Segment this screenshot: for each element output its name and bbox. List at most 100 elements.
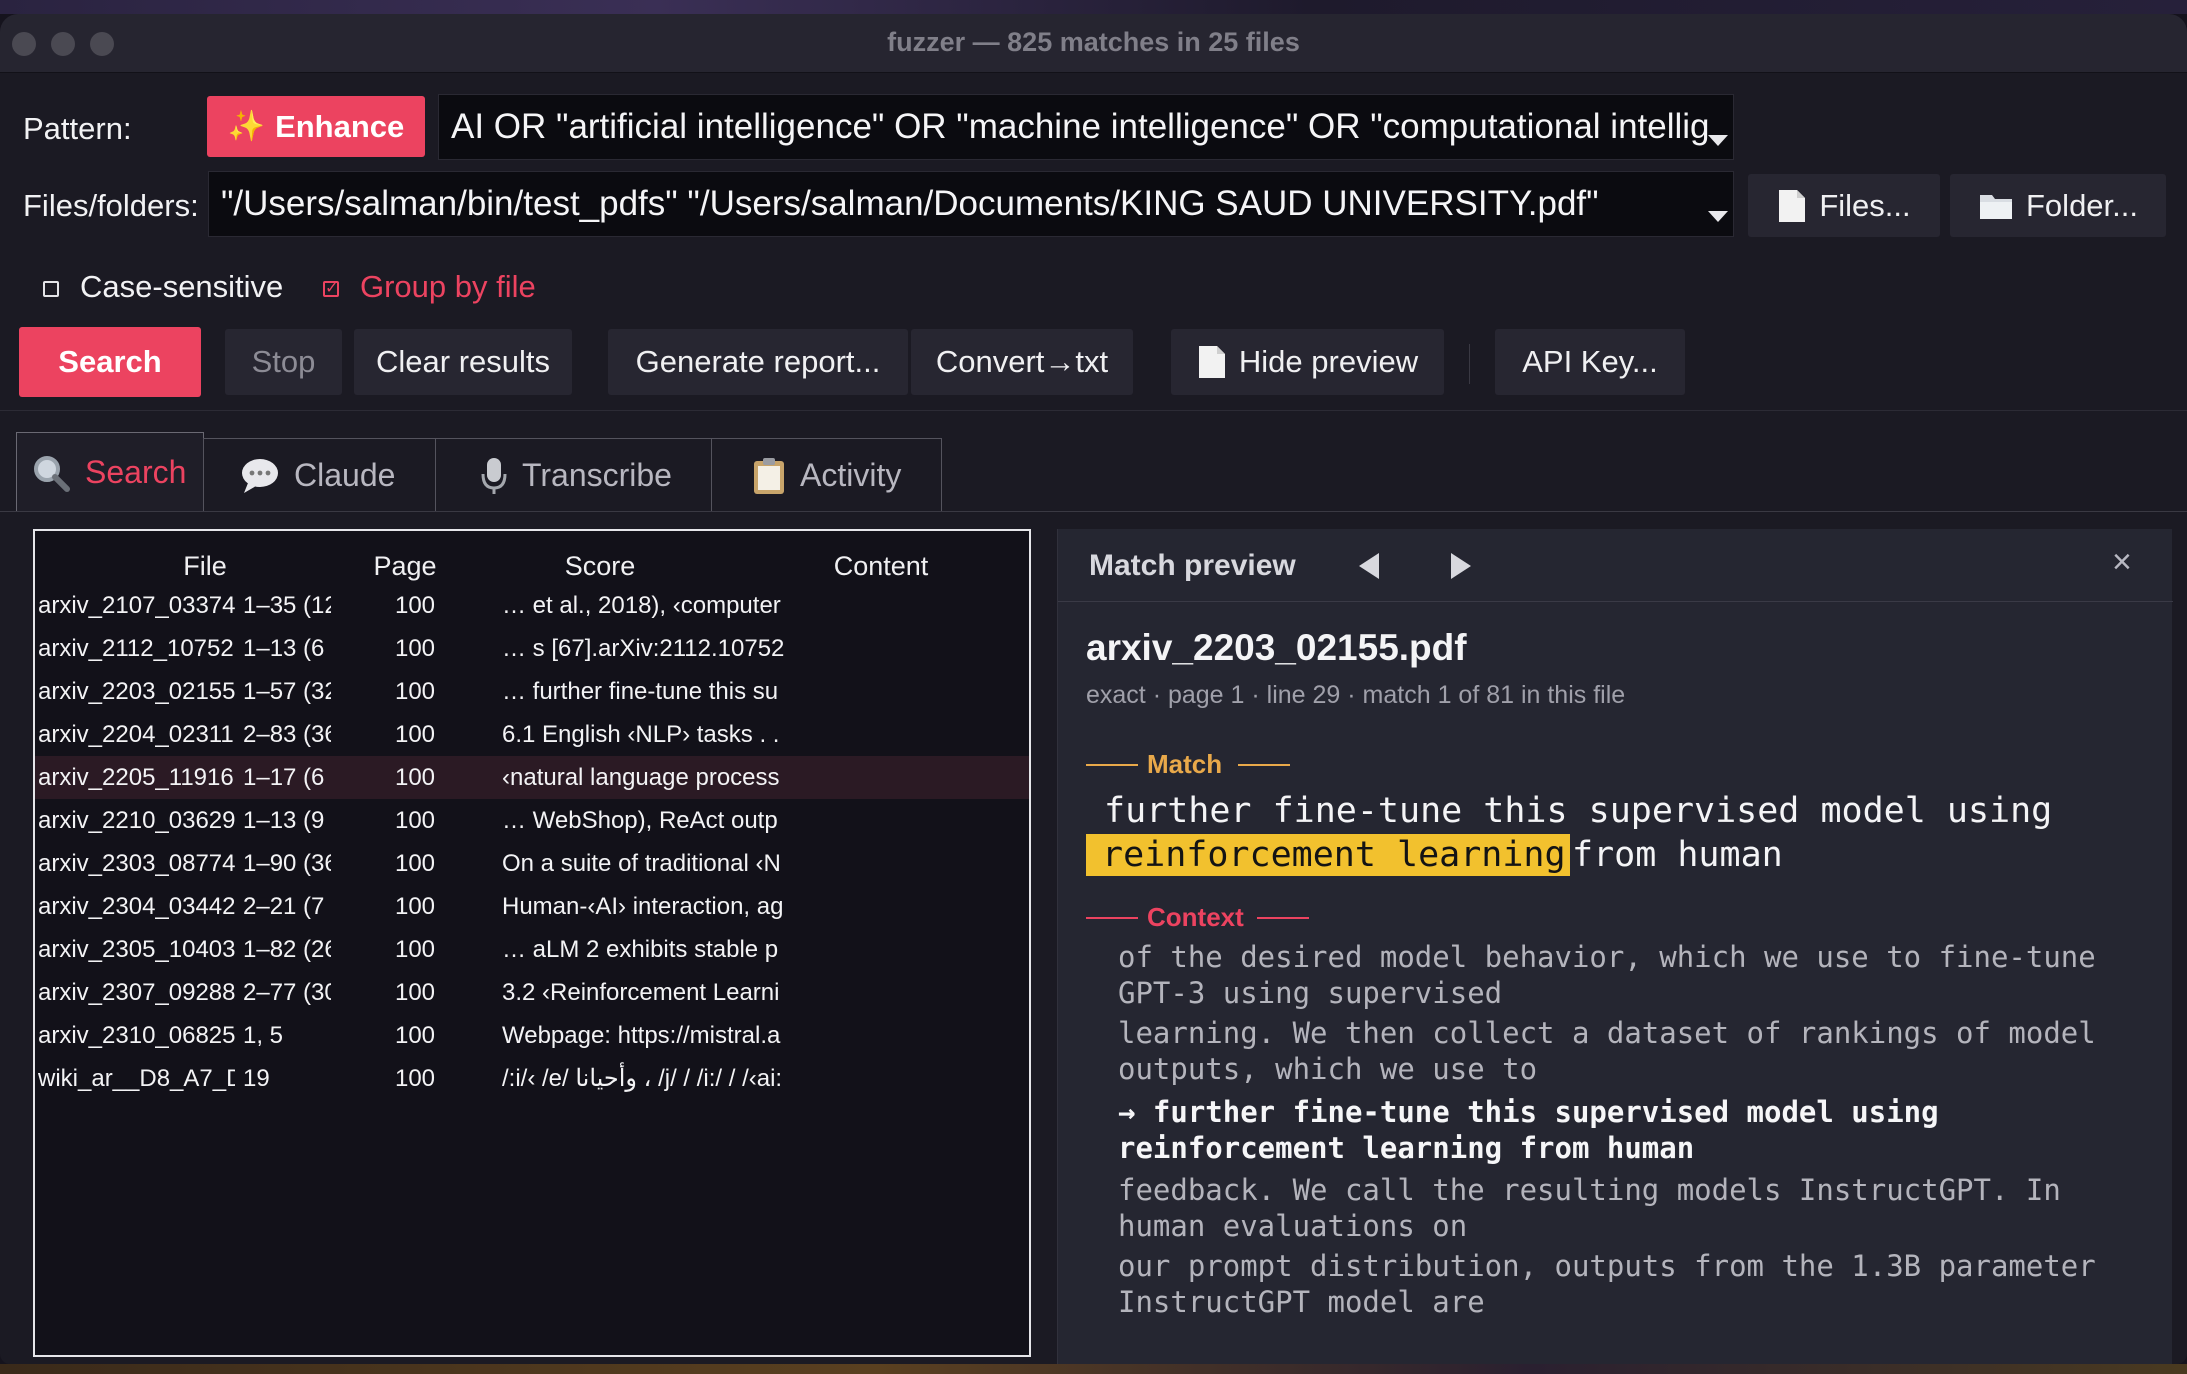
stop-button[interactable]: Stop: [225, 329, 342, 395]
cell-score: 100: [394, 1022, 436, 1049]
preview-meta: exact · page 1 · line 29 · match 1 of 81…: [1086, 681, 1626, 709]
cell-score: 100: [394, 592, 436, 619]
cell-score: 100: [394, 850, 436, 877]
table-row[interactable]: arxiv_2112_10752.p 1–13 (6 p 100 … s [67].a…: [35, 627, 1029, 670]
title-bar: fuzzer — 825 matches in 25 files: [0, 14, 2187, 73]
document-icon: [1198, 346, 1225, 378]
table-row[interactable]: arxiv_2305_10403.p 1–82 (26 100 … aLM 2 exh…: [35, 928, 1029, 971]
search-button[interactable]: Search: [19, 327, 201, 397]
microphone-icon: [480, 456, 508, 496]
cell-content: … s [67].arXiv:2112.10752: [502, 635, 785, 662]
desktop-wallpaper: [0, 0, 2187, 14]
cell-score: 100: [394, 936, 436, 963]
folder-button-label: Folder...: [2026, 187, 2138, 223]
cell-page: 2–77 (30: [243, 979, 331, 1006]
cell-score: 100: [394, 807, 436, 834]
cell-content: /:i/‹ /e/ وأحيانا ، /j/ / /i:/ / /‹ai:: [502, 1065, 783, 1092]
context-line: human evaluations on: [1118, 1209, 1468, 1243]
cell-page: 1–13 (6 p: [243, 635, 331, 662]
case-sensitive-label: Case-sensitive: [80, 269, 284, 304]
previous-match-icon[interactable]: [1359, 553, 1379, 579]
tab-search[interactable]: Search: [16, 432, 204, 512]
group-by-file-label: Group by file: [360, 269, 536, 304]
table-row[interactable]: arxiv_2204_02311.p 2–83 (36 100 6.1 English…: [35, 713, 1029, 756]
cell-score: 100: [394, 764, 436, 791]
column-header-page[interactable]: Page: [335, 551, 475, 582]
table-row[interactable]: arxiv_2203_02155.p 1–57 (32 100 … further f…: [35, 670, 1029, 713]
results-table[interactable]: File Page Score Content arxiv_2107_03374…: [33, 529, 1031, 1357]
table-row[interactable]: arxiv_2210_03629.p 1–13 (9 p 100 … WebShop)…: [35, 799, 1029, 842]
cell-content: 3.2 ‹Reinforcement Learni: [502, 979, 780, 1006]
files-button-label: Files...: [1819, 187, 1911, 223]
cell-content: Webpage: https://mistral.a: [502, 1022, 781, 1049]
context-line: learning. We then collect a dataset of r…: [1118, 1016, 2096, 1050]
tab-claude-label: Claude: [294, 457, 396, 493]
cell-score: 100: [394, 635, 436, 662]
table-row[interactable]: arxiv_2107_03374.p 1–35 (12 100 … et al., 2…: [35, 584, 1029, 627]
files-dropdown-icon[interactable]: [1708, 211, 1728, 222]
app-window: fuzzer — 825 matches in 25 files Pattern…: [0, 14, 2187, 1364]
generate-report-button[interactable]: Generate report...: [608, 329, 908, 395]
enhance-button[interactable]: ✨ Enhance: [207, 96, 425, 157]
table-row[interactable]: arxiv_2310_06825.p 1, 5 100 Webpage: https:…: [35, 1014, 1029, 1057]
table-row[interactable]: wiki_ar__D8_A7_D9_ 19 100 /:i/‹ /e/ وأحيانا…: [35, 1057, 1029, 1100]
files-button[interactable]: Files...: [1748, 174, 1940, 237]
hide-preview-button[interactable]: Hide preview: [1171, 329, 1444, 395]
match-rule-left: [1086, 764, 1138, 766]
table-row[interactable]: arxiv_2303_08774.p 1–90 (36 100 On a suite …: [35, 842, 1029, 885]
cell-content: Human-‹AI› interaction, ag: [502, 893, 784, 920]
column-header-content[interactable]: Content: [801, 551, 961, 582]
cell-page: 1–57 (32: [243, 678, 331, 705]
tab-bar-border: [0, 511, 2187, 512]
cell-file: arxiv_2107_03374.p: [38, 592, 235, 619]
cell-page: 1–13 (9 p: [243, 807, 331, 834]
tab-search-label: Search: [85, 454, 187, 490]
clear-results-button[interactable]: Clear results: [354, 329, 572, 395]
cell-file: arxiv_2304_03442.p: [38, 893, 235, 920]
group-by-file-checkbox[interactable]: ✓: [323, 281, 339, 297]
context-focus: → further fine-tune this supervised mode…: [1118, 1094, 1939, 1166]
context-label: Context: [1147, 902, 1244, 932]
match-highlight: reinforcement learning: [1086, 834, 1570, 876]
context-line: GPT-3 using supervised: [1118, 976, 1503, 1010]
column-header-score[interactable]: Score: [530, 551, 670, 582]
table-row[interactable]: arxiv_2205_11916.p 1–17 (6 p 100 ‹natural l…: [35, 756, 1029, 799]
speech-bubble-icon: [240, 457, 280, 495]
cell-file: arxiv_2204_02311.p: [38, 721, 235, 748]
context-before: of the desired model behavior, which we …: [1118, 939, 2096, 1087]
cell-score: 100: [394, 893, 436, 920]
cell-content: 6.1 English ‹NLP› tasks . .: [502, 721, 780, 748]
case-sensitive-checkbox[interactable]: [43, 281, 59, 297]
cell-file: arxiv_2310_06825.p: [38, 1022, 235, 1049]
tab-claude[interactable]: Claude: [203, 438, 436, 512]
tab-transcribe[interactable]: Transcribe: [435, 438, 712, 512]
tab-activity-label: Activity: [800, 457, 902, 493]
close-preview-icon[interactable]: ×: [2112, 543, 2132, 582]
cell-score: 100: [394, 721, 436, 748]
column-header-file[interactable]: File: [135, 551, 275, 582]
magnifier-icon: [31, 453, 71, 493]
match-text-before: further fine-tune this supervised model …: [1104, 791, 2053, 831]
context-after: feedback. We call the resulting models I…: [1118, 1172, 2096, 1320]
files-value: "/Users/salman/bin/test_pdfs" "/Users/sa…: [221, 184, 1599, 223]
window-title: fuzzer — 825 matches in 25 files: [887, 27, 1300, 57]
convert-txt-button[interactable]: Convert→txt: [911, 329, 1133, 395]
pattern-dropdown-icon[interactable]: [1708, 135, 1728, 146]
cell-file: arxiv_2205_11916.p: [38, 764, 235, 791]
table-row[interactable]: arxiv_2304_03442.p 2–21 (7 p 100 Human-‹AI›…: [35, 885, 1029, 928]
context-focus-line: reinforcement learning from human: [1118, 1131, 1695, 1165]
cell-content: ‹natural language process: [502, 764, 780, 791]
cell-page: 1, 5: [243, 1022, 284, 1049]
tab-activity[interactable]: Activity: [711, 438, 942, 512]
next-match-icon[interactable]: [1451, 553, 1471, 579]
table-row[interactable]: arxiv_2307_09288.p 2–77 (30 100 3.2 ‹Reinfo…: [35, 971, 1029, 1014]
document-icon: [1779, 189, 1806, 222]
pattern-input[interactable]: AI OR "artificial intelligence" OR "mach…: [438, 94, 1734, 160]
cell-content: … aLM 2 exhibits stable p: [502, 936, 779, 963]
files-label: Files/folders:: [23, 188, 199, 223]
files-input[interactable]: "/Users/salman/bin/test_pdfs" "/Users/sa…: [208, 171, 1734, 237]
api-key-button[interactable]: API Key...: [1495, 329, 1685, 395]
folder-button[interactable]: Folder...: [1950, 174, 2166, 237]
cell-page: 1–35 (12: [243, 592, 331, 619]
context-line: InstructGPT model are: [1118, 1285, 1485, 1319]
